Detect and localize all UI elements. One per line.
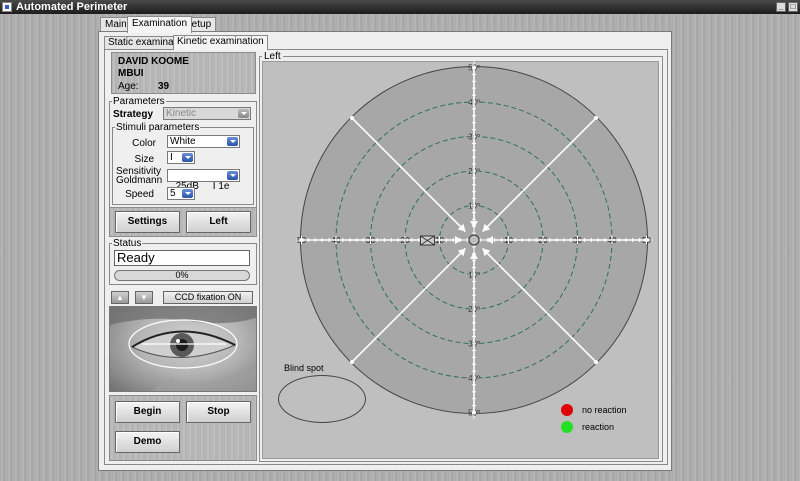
patient-first-name: DAVID KOOME [118, 56, 189, 67]
progress-bar: 0% [114, 270, 250, 281]
age-value: 39 [158, 81, 170, 92]
vector-start-point [299, 238, 304, 242]
no-reaction-label: no reaction [582, 405, 627, 415]
demo-button[interactable]: Demo [115, 431, 180, 453]
title-bar: Automated Perimeter _ □ [0, 0, 800, 14]
left-eye-button[interactable]: Left [186, 211, 251, 233]
chevron-down-icon [238, 109, 249, 118]
size-select[interactable]: I [167, 151, 195, 164]
color-value: White [170, 136, 196, 147]
down-arrow-button[interactable]: ▼ [135, 291, 153, 304]
sensitivity-select[interactable]: 25dB I 1e [167, 169, 240, 192]
strategy-value: Kinetic [166, 108, 197, 119]
strategy-label: Strategy [113, 109, 154, 120]
patient-info: DAVID KOOME MBUI Age: 39 [111, 52, 256, 94]
tab-kinetic-examination[interactable]: Kinetic examination [173, 35, 268, 50]
stimuli-label: Stimuli parameters [115, 122, 201, 133]
patient-last-name: MBUI [118, 68, 144, 79]
color-label: Color [132, 138, 156, 149]
speed-value: 5 [170, 188, 176, 199]
app-icon [2, 2, 12, 12]
speed-label: Speed [125, 189, 154, 200]
window-title: Automated Perimeter [16, 1, 128, 13]
eye-image [110, 307, 256, 391]
status-field: Ready [114, 250, 250, 266]
chevron-down-icon [227, 171, 238, 180]
settings-button[interactable]: Settings [115, 211, 180, 233]
color-select[interactable]: White [167, 135, 240, 148]
age-label: Age: [118, 81, 139, 92]
parameters-label: Parameters [112, 96, 166, 107]
vector-start-point [472, 65, 476, 70]
speed-select[interactable]: 5 [167, 187, 195, 200]
vector-start-point [644, 238, 649, 242]
up-arrow-button[interactable]: ▲ [111, 291, 129, 304]
begin-button[interactable]: Begin [115, 401, 180, 423]
blind-spot-ellipse [278, 375, 366, 423]
ccd-fixation-button[interactable]: CCD fixation ON [163, 291, 253, 304]
vector-start-point [593, 116, 598, 121]
vector-start-point [472, 410, 476, 415]
chevron-down-icon [182, 189, 193, 198]
maximize-button[interactable]: □ [788, 2, 798, 12]
size-value: I [170, 152, 173, 163]
size-label: Size [134, 154, 154, 165]
no-reaction-dot [561, 404, 573, 416]
eye-camera-view [109, 306, 257, 392]
minimize-button[interactable]: _ [776, 2, 786, 12]
reaction-label: reaction [582, 422, 615, 432]
vector-start-point [593, 359, 598, 364]
chevron-down-icon [227, 137, 238, 146]
vector-start-point [350, 359, 355, 364]
stop-button[interactable]: Stop [186, 401, 251, 423]
status-label: Status [112, 238, 143, 249]
goldmann-label: Goldmann [116, 175, 163, 186]
reaction-dot [561, 421, 573, 433]
fixation-point [468, 234, 480, 246]
vector-start-point [350, 116, 355, 121]
blind-spot-label: Blind spot [284, 363, 324, 373]
progress-text: 0% [175, 270, 189, 280]
tab-examination[interactable]: Examination [127, 16, 193, 33]
chevron-down-icon [182, 153, 193, 162]
strategy-select[interactable]: Kinetic [163, 107, 251, 120]
